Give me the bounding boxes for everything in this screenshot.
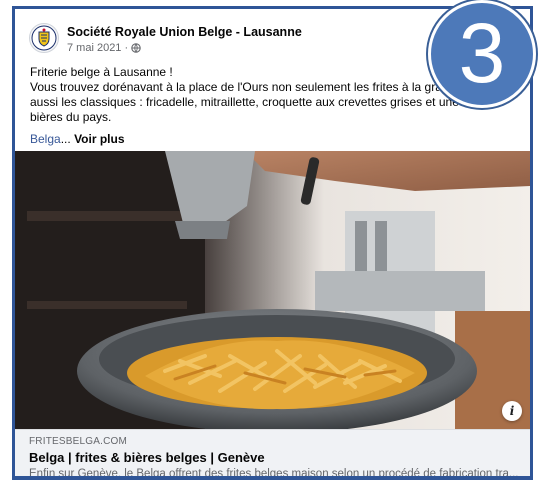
- page-avatar[interactable]: [29, 23, 59, 53]
- globe-icon: [131, 43, 141, 53]
- info-icon[interactable]: i: [502, 401, 522, 421]
- post-photo[interactable]: i: [15, 151, 530, 429]
- see-more-button[interactable]: Voir plus: [74, 132, 124, 146]
- card-bottom-edge: [15, 476, 530, 477]
- link-description: Enfin sur Genève, le Belga offrent des f…: [29, 468, 519, 480]
- post-meta: 7 mai 2021 ·: [67, 42, 141, 54]
- link-title[interactable]: Belga | frites & bières belges | Genève: [29, 450, 265, 465]
- link-domain: FRITESBELGA.COM: [29, 436, 128, 447]
- page-name-link[interactable]: Société Royale Union Belge - Lausanne: [67, 25, 302, 39]
- step-number-badge: 3: [428, 0, 536, 108]
- post-text-line: bières du pays.: [30, 110, 112, 124]
- fries-photo: [15, 151, 530, 429]
- crest-icon: [31, 25, 57, 51]
- step-number: 3: [458, 6, 506, 100]
- ellipsis: ...: [60, 132, 71, 146]
- post-date[interactable]: 7 mai 2021 ·: [67, 42, 128, 54]
- link-preview[interactable]: FRITESBELGA.COM Belga | frites & bières …: [15, 429, 530, 480]
- hashtag-row: Belga... Voir plus: [30, 132, 125, 146]
- hashtag-link[interactable]: Belga: [30, 132, 61, 146]
